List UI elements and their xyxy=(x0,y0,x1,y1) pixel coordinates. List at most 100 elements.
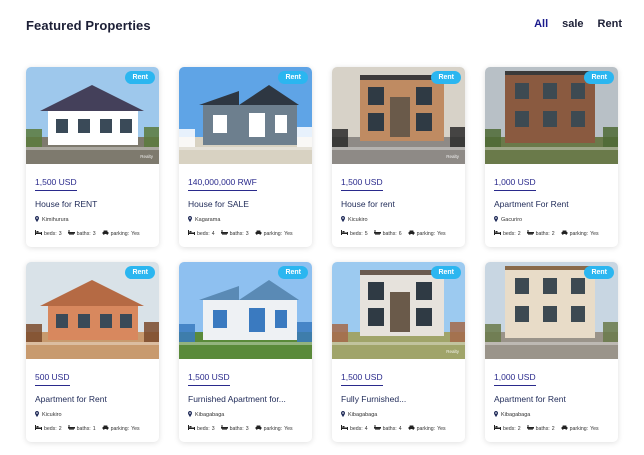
photo-watermark: Realty xyxy=(446,154,459,159)
parking-label: parking: xyxy=(416,425,436,432)
property-price: 1,500 USD xyxy=(35,177,77,191)
listing-type-badge: Rent xyxy=(278,71,308,84)
property-photo[interactable]: Rent Realty xyxy=(332,262,465,359)
bath-icon xyxy=(526,425,534,432)
filter-tabs: All sale Rent xyxy=(534,18,622,30)
baths-label: baths: xyxy=(229,425,244,432)
section-title: Featured Properties xyxy=(26,18,151,33)
baths-count: 4 xyxy=(398,425,402,432)
property-photo[interactable]: Rent Realty xyxy=(26,67,159,164)
bed-icon xyxy=(341,230,348,237)
parking-label: parking: xyxy=(263,425,283,432)
parking-value: Yes xyxy=(131,230,140,237)
property-location: Kibagabaga xyxy=(341,411,457,419)
filter-tab-rent[interactable]: Rent xyxy=(598,18,622,30)
bed-icon xyxy=(35,230,42,237)
parking-label: parking: xyxy=(110,230,130,237)
bed-icon xyxy=(341,425,348,432)
property-features: beds: 4 baths: 4 parking: Yes xyxy=(341,425,457,432)
property-card[interactable]: Rent 140,000,000 RWF House for SALE Kaga… xyxy=(179,67,312,247)
property-features: beds: 2 baths: 2 parking: Yes xyxy=(494,230,610,237)
property-title[interactable]: House for RENT xyxy=(35,199,151,209)
property-card[interactable]: Rent 1,000 USD Apartment for Rent Kibaga… xyxy=(485,262,618,442)
property-location: Kimihurura xyxy=(35,216,151,224)
property-features: beds: 4 baths: 3 parking: Yes xyxy=(188,230,304,237)
bath-icon xyxy=(67,230,75,237)
property-photo[interactable]: Rent xyxy=(26,262,159,359)
parking-value: Yes xyxy=(590,425,599,432)
property-title[interactable]: Furnished Apartment for... xyxy=(188,394,304,404)
property-price: 1,000 USD xyxy=(494,372,536,386)
property-card[interactable]: Rent 1,000 USD Apartment For Rent Gacuri… xyxy=(485,67,618,247)
parking-label: parking: xyxy=(416,230,436,237)
beds-count: 2 xyxy=(517,425,521,432)
property-card[interactable]: Rent Realty 1,500 USD House for RENT Kim… xyxy=(26,67,159,247)
property-photo[interactable]: Rent xyxy=(485,67,618,164)
filter-tab-sale[interactable]: sale xyxy=(562,18,583,30)
property-photo[interactable]: Rent xyxy=(179,262,312,359)
parking-value: Yes xyxy=(437,425,446,432)
property-card[interactable]: Rent Realty 1,500 USD House for rent Kic… xyxy=(332,67,465,247)
photo-watermark: Realty xyxy=(140,154,153,159)
baths-count: 3 xyxy=(245,230,249,237)
property-title[interactable]: Apartment for Rent xyxy=(494,394,610,404)
listing-type-badge: Rent xyxy=(431,266,461,279)
listing-type-badge: Rent xyxy=(584,71,614,84)
property-title[interactable]: Fully Furnished... xyxy=(341,394,457,404)
listing-type-badge: Rent xyxy=(125,71,155,84)
property-photo[interactable]: Rent xyxy=(485,262,618,359)
beds-label: beds: xyxy=(503,425,516,432)
property-price: 1,500 USD xyxy=(341,372,383,386)
beds-count: 3 xyxy=(211,425,215,432)
property-card[interactable]: Rent Realty 1,500 USD Fully Furnished...… xyxy=(332,262,465,442)
property-location: Kibagabaga xyxy=(188,411,304,419)
property-title[interactable]: House for rent xyxy=(341,199,457,209)
property-features: beds: 2 baths: 1 parking: Yes xyxy=(35,425,151,432)
location-text: Kagarama xyxy=(195,217,221,223)
bath-icon xyxy=(526,230,534,237)
property-price: 500 USD xyxy=(35,372,70,386)
beds-count: 4 xyxy=(211,230,215,237)
car-icon xyxy=(255,425,262,432)
car-icon xyxy=(561,425,568,432)
bath-icon xyxy=(220,230,228,237)
bath-icon xyxy=(220,425,228,432)
section-header: Featured Properties All sale Rent xyxy=(26,18,622,38)
baths-count: 2 xyxy=(551,425,555,432)
baths-label: baths: xyxy=(76,230,91,237)
property-title[interactable]: Apartment for Rent xyxy=(35,394,151,404)
bath-icon xyxy=(67,425,75,432)
property-card[interactable]: Rent 500 USD Apartment for Rent Kicukiro… xyxy=(26,262,159,442)
property-photo[interactable]: Rent xyxy=(179,67,312,164)
beds-label: beds: xyxy=(197,425,210,432)
parking-value: Yes xyxy=(284,425,293,432)
property-features: beds: 3 baths: 3 parking: Yes xyxy=(188,425,304,432)
location-pin-icon xyxy=(35,411,39,419)
baths-label: baths: xyxy=(229,230,244,237)
property-title[interactable]: House for SALE xyxy=(188,199,304,209)
beds-label: beds: xyxy=(350,425,363,432)
property-features: beds: 5 baths: 6 parking: Yes xyxy=(341,230,457,237)
location-pin-icon xyxy=(188,411,192,419)
beds-label: beds: xyxy=(197,230,210,237)
location-text: Kicukiro xyxy=(42,412,62,418)
filter-tab-all[interactable]: All xyxy=(534,18,548,30)
property-card[interactable]: Rent 1,500 USD Furnished Apartment for..… xyxy=(179,262,312,442)
car-icon xyxy=(102,230,109,237)
property-title[interactable]: Apartment For Rent xyxy=(494,199,610,209)
property-photo[interactable]: Rent Realty xyxy=(332,67,465,164)
listing-type-badge: Rent xyxy=(278,266,308,279)
location-text: Kibagabaga xyxy=(348,412,378,418)
beds-count: 3 xyxy=(58,230,62,237)
baths-count: 6 xyxy=(398,230,402,237)
beds-count: 4 xyxy=(364,425,368,432)
property-location: Gacuriro xyxy=(494,216,610,224)
property-location: Kicukiro xyxy=(341,216,457,224)
parking-label: parking: xyxy=(110,425,130,432)
location-text: Gacuriro xyxy=(501,217,523,223)
listing-type-badge: Rent xyxy=(125,266,155,279)
baths-label: baths: xyxy=(535,425,550,432)
property-location: Kibagabaga xyxy=(494,411,610,419)
car-icon xyxy=(408,425,415,432)
parking-label: parking: xyxy=(569,425,589,432)
